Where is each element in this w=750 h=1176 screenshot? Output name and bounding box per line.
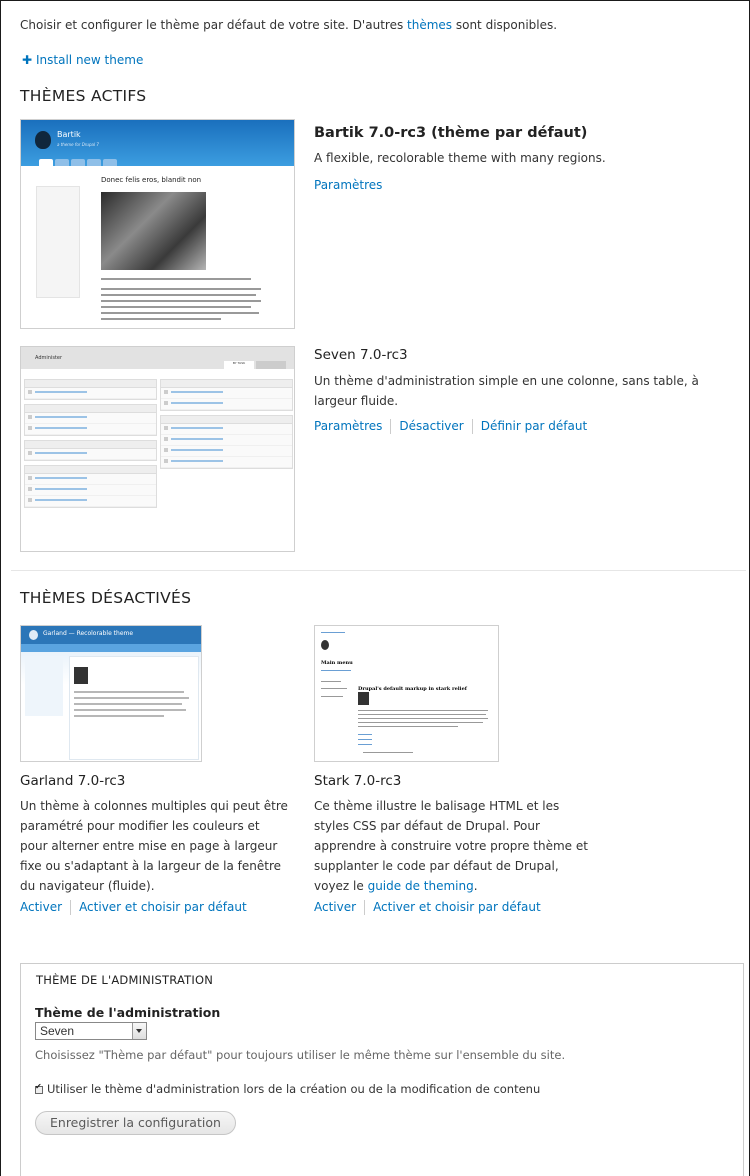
bartik-screenshot-photo: [101, 192, 206, 270]
bartik-operations: Paramètres: [314, 178, 382, 192]
admin-theme-fieldset: THÈME DE L'ADMINISTRATION Thème de l'adm…: [20, 963, 744, 1176]
bartik-screenshot-header: Bartik a theme for Drupal 7: [21, 120, 294, 166]
bartik-screenshot-body: Donec felis eros, blandit non: [21, 166, 294, 328]
themes-link[interactable]: thèmes: [407, 18, 452, 32]
use-admin-theme-checkbox[interactable]: [35, 1082, 43, 1094]
plus-icon: ✚: [22, 53, 33, 67]
bartik-screenshot: Bartik a theme for Drupal 7 Donec felis …: [20, 119, 295, 329]
stark-title: Stark 7.0-rc3: [314, 773, 402, 789]
enabled-themes-heading: THÈMES ACTIFS: [20, 87, 147, 105]
seven-settings-link[interactable]: Paramètres: [314, 419, 382, 433]
operation-divider: [390, 419, 392, 434]
seven-operations: Paramètres Désactiver Définir par défaut: [314, 419, 587, 434]
disabled-themes-heading: THÈMES DÉSACTIVÉS: [20, 589, 192, 607]
admin-theme-legend: THÈME DE L'ADMINISTRATION: [36, 973, 214, 987]
admin-theme-label: Thème de l'administration: [35, 1005, 221, 1020]
stark-description-end: .: [473, 879, 478, 893]
seven-screenshot-header: Administer BY TASK: [21, 347, 294, 369]
intro-text-before: Choisir et configurer le thème par défau…: [20, 18, 408, 32]
admin-theme-selected-value: Seven: [40, 1024, 75, 1038]
seven-title: Seven 7.0-rc3: [314, 347, 408, 363]
seven-screenshot: Administer BY TASK: [20, 346, 295, 552]
admin-theme-help: Choisissez "Thème par défaut" pour toujo…: [35, 1048, 566, 1062]
bartik-screenshot-node-title: Donec felis eros, blandit non: [101, 176, 202, 184]
bartik-settings-link[interactable]: Paramètres: [314, 178, 382, 192]
bartik-description: A flexible, recolorable theme with many …: [314, 151, 606, 165]
section-divider: [11, 570, 746, 571]
seven-set-default-link[interactable]: Définir par défaut: [481, 419, 587, 433]
garland-screenshot-body: [21, 652, 201, 761]
garland-description: Un thème à colonnes multiples qui peut ê…: [20, 799, 288, 893]
theming-guide-link[interactable]: guide de theming: [368, 879, 474, 893]
chevron-down-icon[interactable]: [132, 1023, 146, 1039]
garland-screenshot: Garland — Recolorable theme: [20, 625, 202, 762]
bartik-screenshot-sidebar: [36, 186, 80, 298]
seven-description: Un thème d'administration simple en une …: [314, 374, 699, 408]
seven-disable-link[interactable]: Désactiver: [399, 419, 463, 433]
garland-enable-link[interactable]: Activer: [20, 900, 62, 914]
stark-screenshot: Main menu Drupal's default markup in sta…: [314, 625, 499, 762]
drupal-logo-icon: [29, 630, 38, 640]
stark-screenshot-photo: [358, 692, 369, 705]
garland-enable-default-link[interactable]: Activer et choisir par défaut: [79, 900, 247, 914]
stark-screenshot-heading: Drupal's default markup in stark relief: [358, 686, 467, 692]
intro-text-after: sont disponibles.: [452, 18, 558, 32]
install-new-theme-link[interactable]: Install new theme: [36, 53, 143, 67]
garland-screenshot-content: [69, 656, 199, 760]
bartik-screenshot-slogan: a theme for Drupal 7: [57, 142, 99, 147]
bartik-title: Bartik 7.0-rc3 (thème par défaut): [314, 125, 588, 141]
drupal-logo-icon: [35, 131, 51, 149]
seven-screenshot-col-right: [160, 379, 293, 473]
bartik-screenshot-site-name: Bartik: [57, 130, 81, 139]
stark-operations: Activer Activer et choisir par défaut: [314, 900, 541, 915]
garland-screenshot-site-name: Garland — Recolorable theme: [43, 630, 134, 637]
seven-screenshot-tab: BY TASK: [224, 361, 254, 369]
garland-screenshot-header: Garland — Recolorable theme: [21, 626, 201, 644]
stark-screenshot-menu-title: Main menu: [321, 660, 353, 666]
garland-screenshot-subheader: [21, 644, 201, 652]
themes-page: Choisir et configurer le thème par défau…: [0, 0, 750, 1176]
seven-screenshot-title: Administer: [35, 355, 63, 361]
garland-screenshot-sidebar: [25, 656, 63, 716]
use-admin-theme-label[interactable]: Utiliser le thème d'administration lors …: [47, 1082, 540, 1096]
intro-text: Choisir et configurer le thème par défau…: [20, 18, 557, 32]
stark-description: Ce thème illustre le balisage HTML et le…: [314, 796, 589, 896]
garland-screenshot-photo: [74, 667, 88, 684]
stark-enable-default-link[interactable]: Activer et choisir par défaut: [373, 900, 541, 914]
stark-enable-link[interactable]: Activer: [314, 900, 356, 914]
seven-screenshot-col-left: [24, 379, 157, 512]
admin-theme-select[interactable]: Seven: [35, 1022, 147, 1040]
garland-operations: Activer Activer et choisir par défaut: [20, 900, 247, 915]
operation-divider: [70, 900, 72, 915]
save-configuration-button[interactable]: Enregistrer la configuration: [35, 1111, 236, 1135]
drupal-logo-icon: [321, 640, 329, 650]
install-new-theme[interactable]: ✚ Install new theme: [22, 53, 143, 67]
seven-screenshot-tab-2: [256, 361, 286, 369]
operation-divider: [471, 419, 473, 434]
garland-title: Garland 7.0-rc3: [20, 773, 126, 789]
operation-divider: [364, 900, 366, 915]
